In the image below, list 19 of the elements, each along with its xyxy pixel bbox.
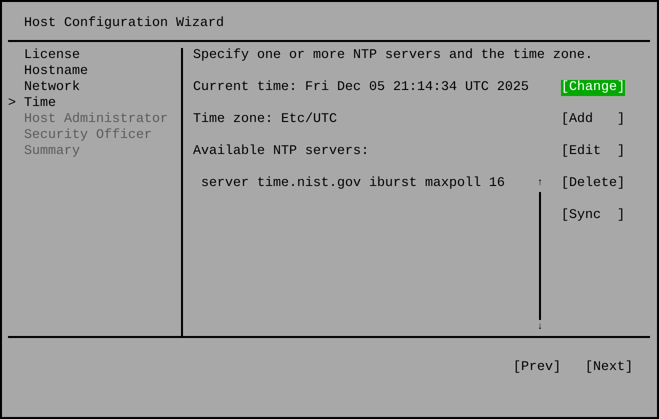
sidebar-item[interactable]: Network bbox=[24, 80, 80, 96]
window-title: Host Configuration Wizard bbox=[24, 16, 225, 32]
text-button[interactable]: [Add ] bbox=[561, 112, 625, 128]
text-button[interactable]: [Prev] bbox=[513, 360, 561, 376]
text-button[interactable]: [Edit ] bbox=[561, 144, 625, 160]
current-step-marker: > bbox=[8, 96, 17, 112]
servers-label: Available NTP servers: bbox=[193, 144, 369, 160]
sidebar-item[interactable]: Time bbox=[24, 96, 56, 112]
current-time-text: Current time: Fri Dec 05 21:14:34 UTC 2025 bbox=[193, 80, 529, 96]
text-button[interactable]: [Next] bbox=[585, 360, 633, 376]
ntp-server-item[interactable]: server time.nist.gov iburst maxpoll 16 bbox=[201, 176, 505, 192]
sidebar-item[interactable]: License bbox=[24, 48, 80, 64]
scroll-down-arrow[interactable]: ↓ bbox=[536, 320, 543, 336]
sidebar-item[interactable]: Hostname bbox=[24, 64, 88, 80]
scroll-up-arrow[interactable]: ↑ bbox=[536, 176, 543, 192]
text-button[interactable]: [Delete] bbox=[561, 176, 625, 192]
time-zone-text: Time zone: Etc/UTC bbox=[193, 112, 337, 128]
text-button[interactable]: [Sync ] bbox=[561, 208, 625, 224]
description-text: Specify one or more NTP servers and the time zone. bbox=[193, 48, 593, 64]
